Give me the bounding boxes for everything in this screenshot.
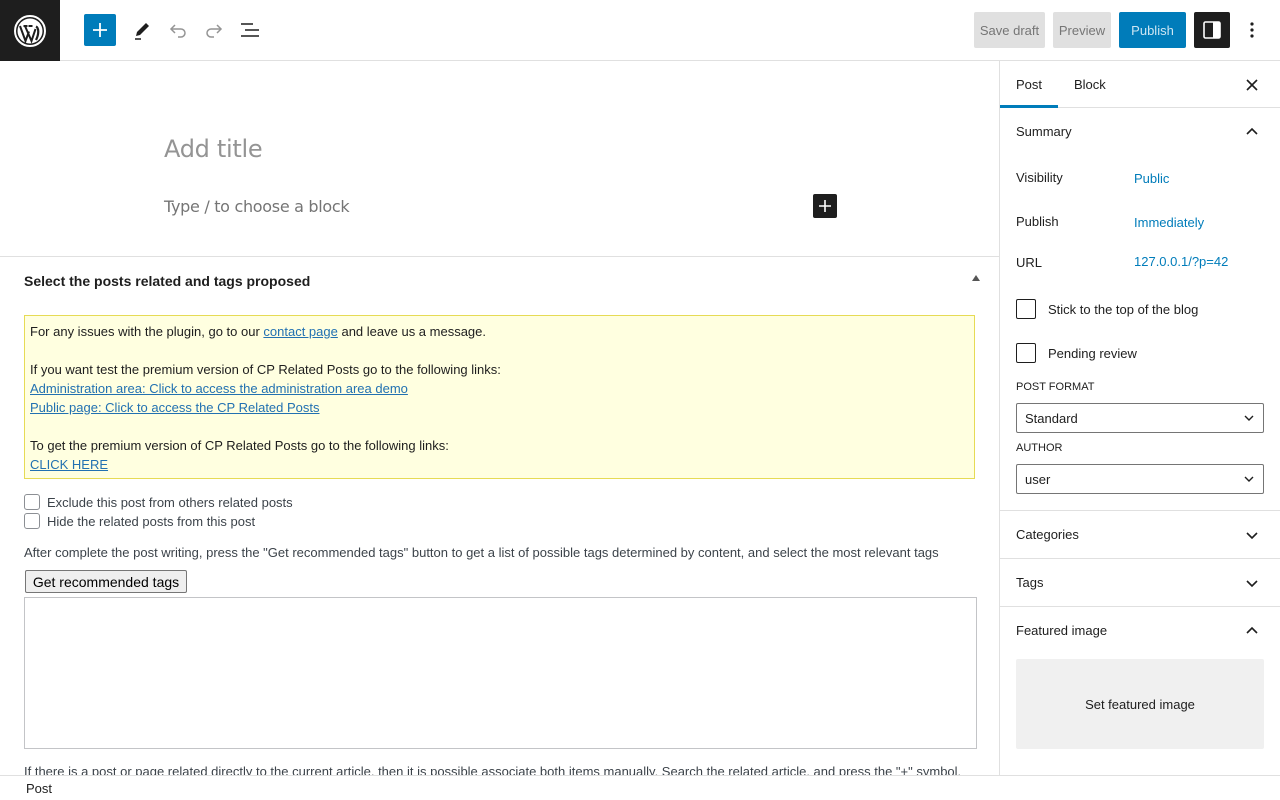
post-format-label: POST FORMAT: [1016, 381, 1095, 393]
summary-title: Summary: [1016, 124, 1072, 139]
close-icon: [1246, 79, 1258, 91]
wordpress-icon: [14, 14, 46, 47]
tab-post[interactable]: Post: [1016, 61, 1042, 108]
chevron-down-icon: [1246, 580, 1258, 588]
settings-button[interactable]: [1194, 12, 1230, 48]
post-format-value: Standard: [1025, 410, 1078, 426]
url-label: URL: [1016, 255, 1043, 270]
hide-related-label: Hide the related posts from this post: [47, 513, 256, 529]
tags-panel-toggle[interactable]: Tags: [1000, 559, 1280, 607]
pending-review-label: Pending review: [1048, 345, 1137, 361]
featured-image-panel-toggle[interactable]: Featured image: [1000, 607, 1280, 655]
undo-icon: [169, 24, 186, 38]
hide-related-checkbox[interactable]: [24, 513, 40, 529]
summary-panel-toggle[interactable]: Summary: [1000, 108, 1280, 156]
stick-to-top-label: Stick to the top of the blog: [1048, 301, 1199, 317]
close-settings-button[interactable]: [1240, 73, 1264, 97]
document-overview-button[interactable]: [232, 12, 268, 48]
editor-header: Save draft Preview Publish: [0, 0, 1280, 61]
options-button[interactable]: [1236, 12, 1268, 48]
tools-button[interactable]: [124, 12, 160, 48]
notice-get-premium-text: To get the premium version of CP Related…: [30, 438, 449, 453]
metabox-title[interactable]: Select the posts related and tags propos…: [24, 273, 310, 289]
chevron-down-icon: [1244, 476, 1254, 482]
public-page-link[interactable]: Public page: Click to access the CP Rela…: [30, 400, 320, 415]
hide-related-checkbox-row[interactable]: Hide the related posts from this post: [24, 513, 255, 529]
stick-to-top-checkbox[interactable]: [1016, 299, 1036, 319]
pending-review-checkbox[interactable]: [1016, 343, 1036, 363]
visibility-label: Visibility: [1016, 170, 1063, 185]
chevron-down-icon: [1246, 532, 1258, 540]
block-appender[interactable]: Type / to choose a block: [164, 197, 350, 216]
author-select[interactable]: user: [1016, 464, 1264, 494]
notice-text: and leave us a message.: [337, 324, 487, 339]
exclude-post-label: Exclude this post from others related po…: [47, 494, 293, 510]
settings-sidebar: Post Block Summary Visibility Public Pub…: [999, 61, 1280, 775]
undo-button[interactable]: [160, 12, 196, 48]
author-label: AUTHOR: [1016, 442, 1063, 454]
contact-page-link[interactable]: contact page: [263, 324, 337, 339]
plugin-notice: For any issues with the plugin, go to ou…: [24, 315, 975, 479]
sidebar-tabs: Post Block: [1000, 61, 1280, 108]
notice-text: For any issues with the plugin, go to ou…: [30, 324, 264, 339]
recommended-tags-area[interactable]: [24, 597, 977, 749]
stick-to-top-row[interactable]: Stick to the top of the blog: [1016, 299, 1198, 319]
preview-button[interactable]: Preview: [1053, 12, 1111, 48]
post-format-select[interactable]: Standard: [1016, 403, 1264, 433]
plus-icon: [819, 200, 831, 212]
block-breadcrumb: Post: [0, 775, 1280, 800]
list-view-icon: [241, 23, 259, 37]
add-block-button[interactable]: [84, 14, 116, 46]
chevron-up-icon: [1246, 127, 1258, 135]
admin-demo-link[interactable]: Administration area: Click to access the…: [30, 381, 408, 396]
sidebar-toggle-icon: [1203, 21, 1221, 39]
notice-line-contact: For any issues with the plugin, go to ou…: [30, 322, 969, 341]
save-draft-button[interactable]: Save draft: [974, 12, 1045, 48]
url-value[interactable]: 127.0.0.1/?p=42: [1134, 254, 1228, 269]
set-featured-image-button[interactable]: Set featured image: [1016, 659, 1264, 749]
breadcrumb-post[interactable]: Post: [26, 781, 52, 796]
redo-button[interactable]: [196, 12, 232, 48]
editor-canvas: Add title Type / to choose a block Selec…: [0, 61, 999, 775]
redo-icon: [206, 24, 223, 38]
featured-image-title: Featured image: [1016, 623, 1108, 638]
chevron-down-icon: [1244, 415, 1254, 421]
tags-title: Tags: [1016, 575, 1044, 590]
more-vertical-icon: [1250, 22, 1254, 38]
notice-premium-text: If you want test the premium version of …: [30, 362, 501, 377]
author-value: user: [1025, 471, 1051, 487]
pending-review-row[interactable]: Pending review: [1016, 343, 1137, 363]
publish-button[interactable]: Publish: [1119, 12, 1186, 48]
publish-date-value[interactable]: Immediately: [1134, 215, 1204, 230]
visibility-value[interactable]: Public: [1134, 171, 1169, 186]
tab-block[interactable]: Block: [1074, 61, 1106, 108]
post-title-input[interactable]: Add title: [164, 135, 263, 163]
categories-panel-toggle[interactable]: Categories: [1000, 511, 1280, 559]
tags-help-text: After complete the post writing, press t…: [24, 545, 939, 560]
inline-add-block-button[interactable]: [813, 194, 837, 218]
exclude-post-checkbox[interactable]: [24, 494, 40, 510]
pencil-icon: [135, 23, 149, 40]
wordpress-logo-button[interactable]: [0, 0, 60, 61]
chevron-up-icon: [1246, 626, 1258, 634]
plus-icon: [93, 23, 107, 37]
click-here-link[interactable]: CLICK HERE: [30, 457, 108, 472]
publish-label: Publish: [1016, 214, 1059, 229]
collapse-icon[interactable]: [972, 275, 980, 281]
related-posts-metabox: Select the posts related and tags propos…: [0, 256, 999, 775]
related-help-text: If there is a post or page related direc…: [24, 764, 962, 775]
categories-title: Categories: [1016, 527, 1079, 542]
exclude-post-checkbox-row[interactable]: Exclude this post from others related po…: [24, 494, 293, 510]
get-recommended-tags-button[interactable]: Get recommended tags: [25, 570, 187, 593]
